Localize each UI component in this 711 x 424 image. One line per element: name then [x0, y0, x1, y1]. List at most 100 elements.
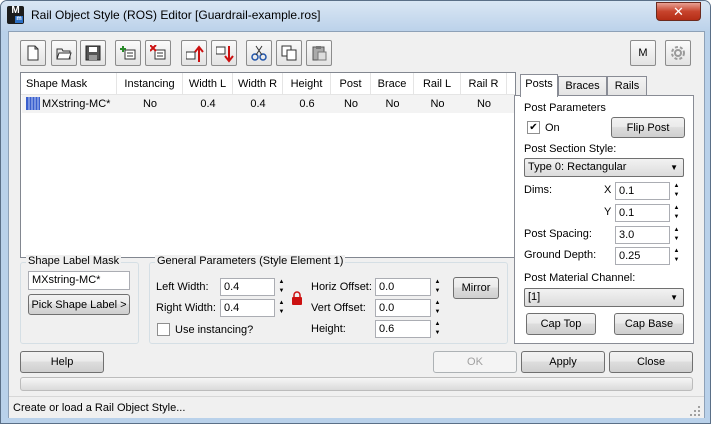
new-file-icon — [27, 45, 39, 61]
ok-button[interactable]: OK — [433, 351, 517, 373]
left-width-input[interactable]: 0.4 — [220, 278, 275, 296]
move-down-icon — [216, 46, 234, 63]
resize-grip-icon[interactable] — [690, 406, 701, 417]
shape-label-mask-title: Shape Label Mask — [26, 255, 122, 267]
status-text: Create or load a Rail Object Style... — [13, 402, 186, 414]
dims-y-input[interactable]: 0.1 — [615, 204, 670, 222]
move-down-button[interactable] — [211, 40, 237, 66]
spin-up-icon[interactable]: ▲ — [671, 182, 682, 191]
help-button[interactable]: Help — [20, 351, 104, 373]
dims-y-spinner[interactable]: ▲ ▼ — [671, 204, 682, 222]
spin-up-icon[interactable]: ▲ — [432, 278, 443, 287]
post-on-label: On — [545, 122, 560, 134]
tab-posts[interactable]: Posts — [520, 74, 558, 97]
vert-offset-input[interactable]: 0.0 — [375, 299, 431, 317]
move-up-button[interactable] — [181, 40, 207, 66]
spin-down-icon[interactable]: ▼ — [432, 329, 443, 338]
m-button[interactable]: M — [630, 40, 656, 66]
column-header-width-l[interactable]: Width L — [183, 73, 233, 95]
cell-brace: No — [385, 98, 400, 110]
paste-button[interactable] — [306, 40, 332, 66]
column-header-post[interactable]: Post — [331, 73, 371, 95]
pick-shape-label-button[interactable]: Pick Shape Label > — [28, 294, 130, 315]
ground-depth-label: Ground Depth: — [524, 249, 597, 261]
style-element-list[interactable]: Shape Mask Instancing Width L Width R He… — [20, 72, 516, 258]
apply-button[interactable]: Apply — [521, 351, 605, 373]
right-width-input[interactable]: 0.4 — [220, 299, 275, 317]
client-area: M Shape Mask Instancing Width L Width R … — [8, 31, 705, 418]
column-header-brace[interactable]: Brace — [371, 73, 414, 95]
column-header-rail-r[interactable]: Rail R — [461, 73, 507, 95]
spin-down-icon[interactable]: ▼ — [276, 308, 287, 317]
column-header-width-r[interactable]: Width R — [233, 73, 283, 95]
spin-down-icon[interactable]: ▼ — [671, 213, 682, 222]
table-row[interactable]: MXstring-MC* No 0.4 0.4 0.6 No No No No — [22, 95, 514, 113]
column-header-rail-l[interactable]: Rail L — [414, 73, 461, 95]
spin-down-icon[interactable]: ▼ — [432, 308, 443, 317]
post-spacing-spinner[interactable]: ▲ ▼ — [671, 226, 682, 244]
lock-icon[interactable] — [291, 291, 303, 305]
ground-depth-input[interactable]: 0.25 — [615, 247, 670, 265]
scissors-icon — [251, 45, 267, 61]
dims-x-input[interactable]: 0.1 — [615, 182, 670, 200]
cell-height: 0.6 — [299, 98, 315, 110]
height-input[interactable]: 0.6 — [375, 320, 431, 338]
general-parameters-title: General Parameters (Style Element 1) — [155, 255, 346, 267]
spin-up-icon[interactable]: ▲ — [671, 226, 682, 235]
add-row-button[interactable] — [115, 40, 141, 66]
add-row-icon — [120, 46, 136, 60]
spin-down-icon[interactable]: ▼ — [432, 287, 443, 296]
spin-down-icon[interactable]: ▼ — [276, 287, 287, 296]
height-spinner[interactable]: ▲ ▼ — [432, 320, 443, 338]
editor-window: Mm Rail Object Style (ROS) Editor [Guard… — [0, 0, 711, 424]
open-file-button[interactable] — [51, 40, 77, 66]
vert-offset-spinner[interactable]: ▲ ▼ — [432, 299, 443, 317]
delete-row-button[interactable] — [145, 40, 171, 66]
left-width-spinner[interactable]: ▲ ▼ — [276, 278, 287, 296]
spin-down-icon[interactable]: ▼ — [671, 256, 682, 265]
horiz-offset-input[interactable]: 0.0 — [375, 278, 431, 296]
new-file-button[interactable] — [20, 40, 46, 66]
vert-offset-label: Vert Offset: — [311, 302, 366, 314]
spin-up-icon[interactable]: ▲ — [671, 247, 682, 256]
shape-label-mask-input[interactable]: MXstring-MC* — [28, 271, 130, 290]
spin-down-icon[interactable]: ▼ — [671, 235, 682, 244]
spin-up-icon[interactable]: ▲ — [432, 299, 443, 308]
height-label: Height: — [311, 323, 346, 335]
post-spacing-input[interactable]: 3.0 — [615, 226, 670, 244]
column-header-instancing[interactable]: Instancing — [117, 73, 183, 95]
mirror-button[interactable]: Mirror — [453, 277, 499, 299]
cut-button[interactable] — [246, 40, 272, 66]
close-button[interactable]: Close — [609, 351, 693, 373]
spin-up-icon[interactable]: ▲ — [276, 278, 287, 287]
post-material-channel-select[interactable]: [1] ▼ — [524, 288, 684, 307]
post-on-checkbox[interactable]: ✔ — [527, 121, 540, 134]
spin-down-icon[interactable]: ▼ — [671, 191, 682, 200]
spin-up-icon[interactable]: ▲ — [276, 299, 287, 308]
spin-up-icon[interactable]: ▲ — [671, 204, 682, 213]
post-material-channel-value: [1] — [528, 291, 541, 303]
ground-depth-spinner[interactable]: ▲ ▼ — [671, 247, 682, 265]
tab-braces[interactable]: Braces — [558, 76, 607, 96]
cell-post: No — [343, 98, 359, 110]
cap-top-button[interactable]: Cap Top — [526, 313, 596, 335]
horiz-offset-spinner[interactable]: ▲ ▼ — [432, 278, 443, 296]
use-instancing-checkbox[interactable] — [157, 323, 170, 336]
save-button[interactable] — [80, 40, 106, 66]
list-header: Shape Mask Instancing Width L Width R He… — [21, 73, 515, 95]
spin-up-icon[interactable]: ▲ — [432, 320, 443, 329]
column-header-height[interactable]: Height — [283, 73, 331, 95]
title-bar[interactable]: Mm Rail Object Style (ROS) Editor [Guard… — [1, 1, 710, 31]
post-section-style-select[interactable]: Type 0: Rectangular ▼ — [524, 158, 684, 177]
settings-button[interactable] — [665, 40, 691, 66]
right-width-spinner[interactable]: ▲ ▼ — [276, 299, 287, 317]
use-instancing-label: Use instancing? — [175, 324, 254, 336]
post-spacing-label: Post Spacing: — [524, 228, 592, 240]
flip-post-button[interactable]: Flip Post — [611, 117, 685, 138]
tab-rails[interactable]: Rails — [607, 76, 647, 96]
cap-base-button[interactable]: Cap Base — [614, 313, 684, 335]
copy-button[interactable] — [276, 40, 302, 66]
column-header-shape-mask[interactable]: Shape Mask — [21, 73, 117, 95]
dims-x-spinner[interactable]: ▲ ▼ — [671, 182, 682, 200]
window-close-button[interactable]: ✕ — [656, 2, 701, 21]
